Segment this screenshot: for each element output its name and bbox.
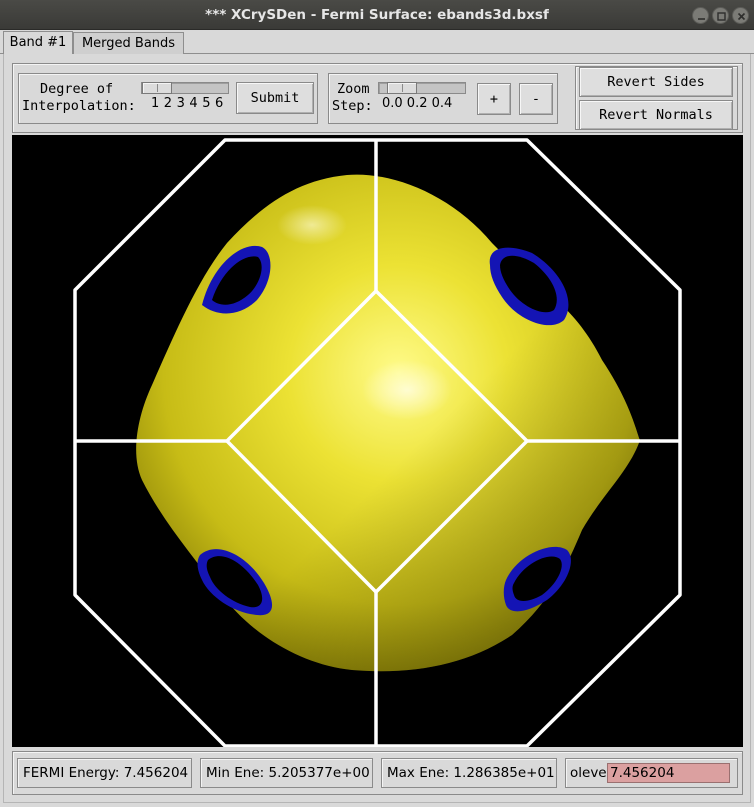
minimize-button[interactable]	[692, 7, 709, 24]
fermi-surface-render	[73, 138, 682, 747]
zoom-in-button[interactable]: +	[477, 83, 511, 115]
interpolation-slider[interactable]	[141, 82, 229, 94]
fermi-energy-display: FERMI Energy: 7.456204	[17, 758, 192, 788]
tab-merged-bands[interactable]: Merged Bands	[73, 32, 184, 54]
zoom-label-1: Zoom	[337, 81, 370, 97]
interpolation-label-1: Degree of	[40, 81, 114, 97]
revert-sides-button[interactable]: Revert Sides	[579, 67, 733, 97]
zoom-slider-thumb[interactable]	[387, 82, 417, 94]
fermi-surface-viewport[interactable]	[12, 135, 743, 747]
maximize-icon	[717, 12, 726, 21]
zoom-label-2: Step:	[332, 98, 373, 114]
submit-button[interactable]: Submit	[236, 82, 314, 114]
minimize-icon	[698, 18, 705, 20]
window-title: *** XCrySDen - Fermi Surface: ebands3d.b…	[205, 7, 549, 23]
close-icon	[737, 12, 746, 21]
maximize-button[interactable]	[712, 7, 729, 24]
fermi-surface	[136, 174, 640, 672]
zoom-out-button[interactable]: -	[519, 83, 553, 115]
zoom-slider[interactable]	[378, 82, 466, 94]
tab-band-1[interactable]: Band #1	[3, 31, 73, 54]
interpolation-slider-thumb[interactable]	[142, 82, 172, 94]
interpolation-label-2: Interpolation:	[22, 98, 136, 114]
isolevel-input[interactable]	[607, 763, 730, 783]
min-energy-display: Min Ene: 5.205377e+00	[200, 758, 373, 788]
interpolation-scale: 1 2 3 4 5 6	[151, 96, 224, 111]
max-energy-display: Max Ene: 1.286385e+01	[381, 758, 557, 788]
close-button[interactable]	[732, 7, 749, 24]
zoom-scale: 0.0 0.2 0.4	[382, 96, 453, 111]
revert-normals-button[interactable]: Revert Normals	[579, 100, 733, 130]
